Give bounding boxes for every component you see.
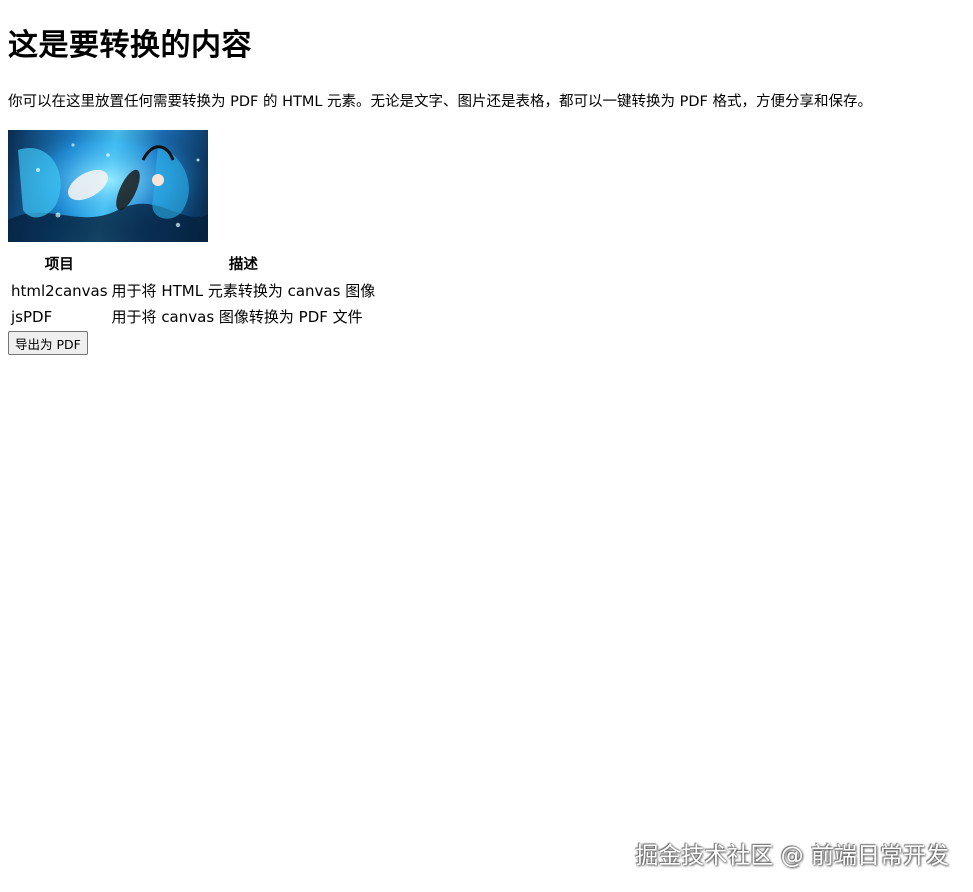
table-cell-item: html2canvas — [11, 282, 108, 300]
page-title: 这是要转换的内容 — [8, 28, 252, 63]
table-row: jsPDF 用于将 canvas 图像转换为 PDF 文件 — [10, 305, 376, 329]
table-cell-item: jsPDF — [11, 308, 53, 326]
illustration-art — [8, 130, 208, 242]
table-header-item: 项目 — [44, 257, 74, 273]
info-table: 项目 描述 html2canvas 用于将 HTML 元素转换为 canvas … — [8, 251, 378, 331]
table-header-row: 项目 描述 — [10, 253, 376, 277]
anime-illustration-image — [8, 130, 208, 242]
watermark-text: 掘金技术社区 @ 前端日常开发 — [635, 843, 949, 869]
page-description: 你可以在这里放置任何需要转换为 PDF 的 HTML 元素。无论是文字、图片还是… — [8, 94, 872, 110]
table-row: html2canvas 用于将 HTML 元素转换为 canvas 图像 — [10, 279, 376, 303]
export-pdf-button[interactable]: 导出为 PDF — [8, 331, 88, 355]
table-cell-description: 用于将 canvas 图像转换为 PDF 文件 — [111, 308, 363, 326]
table-cell-description: 用于将 HTML 元素转换为 canvas 图像 — [111, 282, 376, 300]
content-area: 这是要转换的内容 你可以在这里放置任何需要转换为 PDF 的 HTML 元素。无… — [8, 0, 965, 355]
table-header-description: 描述 — [228, 257, 258, 273]
